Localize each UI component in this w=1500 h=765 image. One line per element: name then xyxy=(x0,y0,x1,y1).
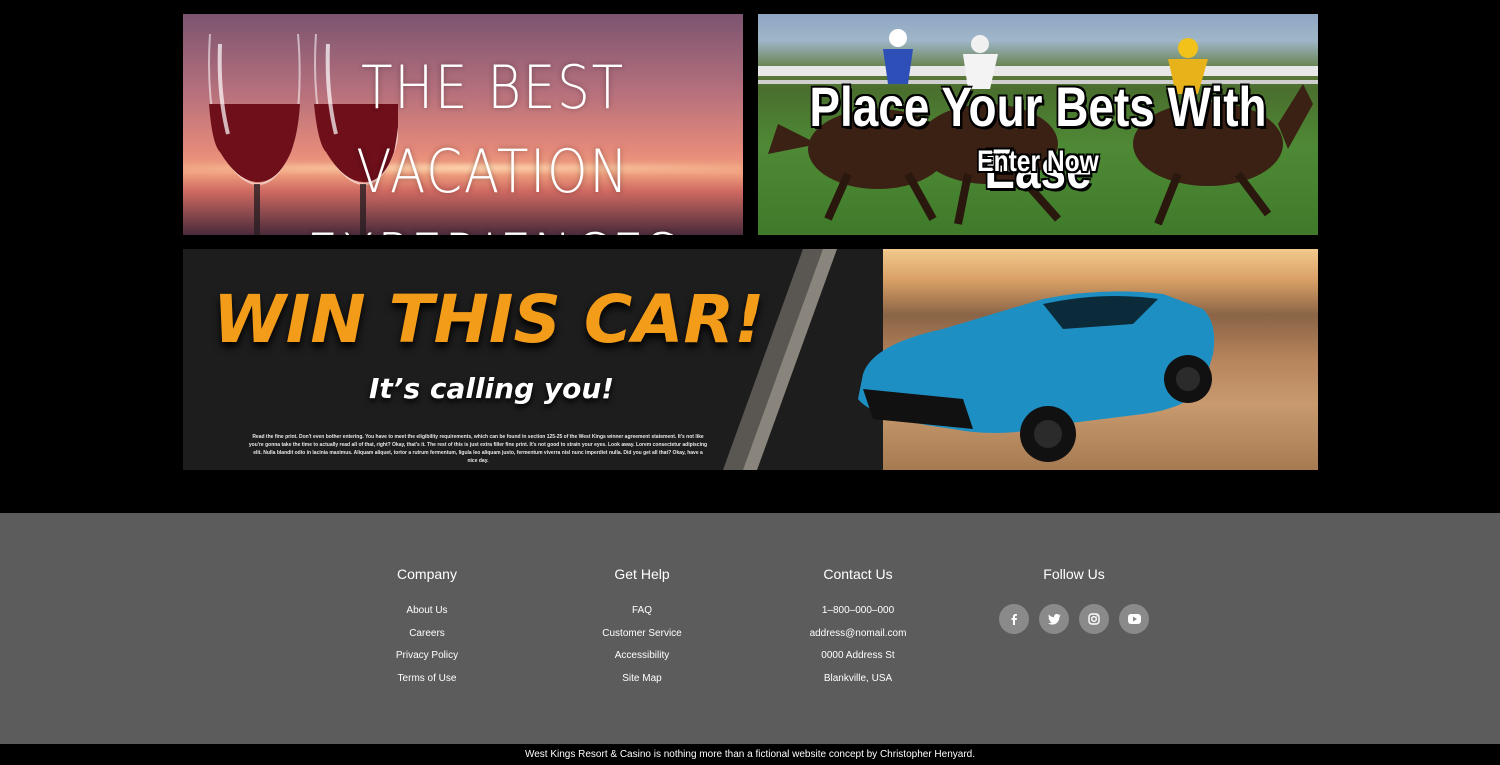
win-car-subtitle: It’s calling you! xyxy=(369,372,615,405)
vacation-title: THE BEST VACATION EXPERIENCES xyxy=(278,46,708,235)
footer-column-company: Company About Us Careers Privacy Policy … xyxy=(337,565,517,695)
win-car-banner[interactable]: WIN THIS CAR! It’s calling you! Read the… xyxy=(183,249,1318,470)
footer-company-title: Company xyxy=(397,566,457,582)
vacation-title-line2: EXPERIENCES xyxy=(278,214,708,235)
vacation-banner[interactable]: THE BEST VACATION EXPERIENCES xyxy=(183,14,743,235)
footer-follow-title: Follow Us xyxy=(1043,566,1105,582)
footer-column-contact: Contact Us 1–800–000–000 address@nomail.… xyxy=(768,565,948,695)
footer-link-customer-service[interactable]: Customer Service xyxy=(552,628,732,640)
footer-address-street: 0000 Address St xyxy=(821,650,895,661)
win-car-title: WIN THIS CAR! xyxy=(213,281,765,358)
copyright-notice: West Kings Resort & Casino is nothing mo… xyxy=(0,744,1500,765)
footer-link-faq[interactable]: FAQ xyxy=(552,605,732,617)
footer-link-careers[interactable]: Careers xyxy=(337,628,517,640)
site-footer: Company About Us Careers Privacy Policy … xyxy=(0,513,1500,744)
footer-phone[interactable]: 1–800–000–000 xyxy=(768,605,948,617)
instagram-icon[interactable] xyxy=(1079,604,1109,634)
facebook-icon[interactable] xyxy=(999,604,1029,634)
footer-column-follow: Follow Us xyxy=(984,565,1164,634)
footer-link-terms-of-use[interactable]: Terms of Use xyxy=(337,673,517,685)
footer-link-accessibility[interactable]: Accessibility xyxy=(552,650,732,662)
footer-link-about-us[interactable]: About Us xyxy=(337,605,517,617)
enter-now-button[interactable]: Enter Now xyxy=(808,144,1267,180)
social-links xyxy=(984,604,1164,634)
footer-link-privacy-policy[interactable]: Privacy Policy xyxy=(337,650,517,662)
footer-email[interactable]: address@nomail.com xyxy=(768,628,948,640)
footer-address-city: Blankville, USA xyxy=(823,672,893,684)
horse-betting-banner[interactable]: Place Your Bets With Ease Enter Now xyxy=(758,14,1318,235)
footer-contact-title: Contact Us xyxy=(823,566,893,582)
twitter-icon[interactable] xyxy=(1039,604,1069,634)
footer-link-site-map[interactable]: Site Map xyxy=(552,673,732,685)
footer-help-title: Get Help xyxy=(614,566,670,582)
fine-print: Read the fine print. Don't even bother e… xyxy=(248,434,708,464)
youtube-icon[interactable] xyxy=(1119,604,1149,634)
footer-column-help: Get Help FAQ Customer Service Accessibil… xyxy=(552,565,732,695)
vacation-title-line1: THE BEST VACATION xyxy=(356,53,630,207)
bets-title: Place Your Bets With Ease xyxy=(809,75,1267,200)
